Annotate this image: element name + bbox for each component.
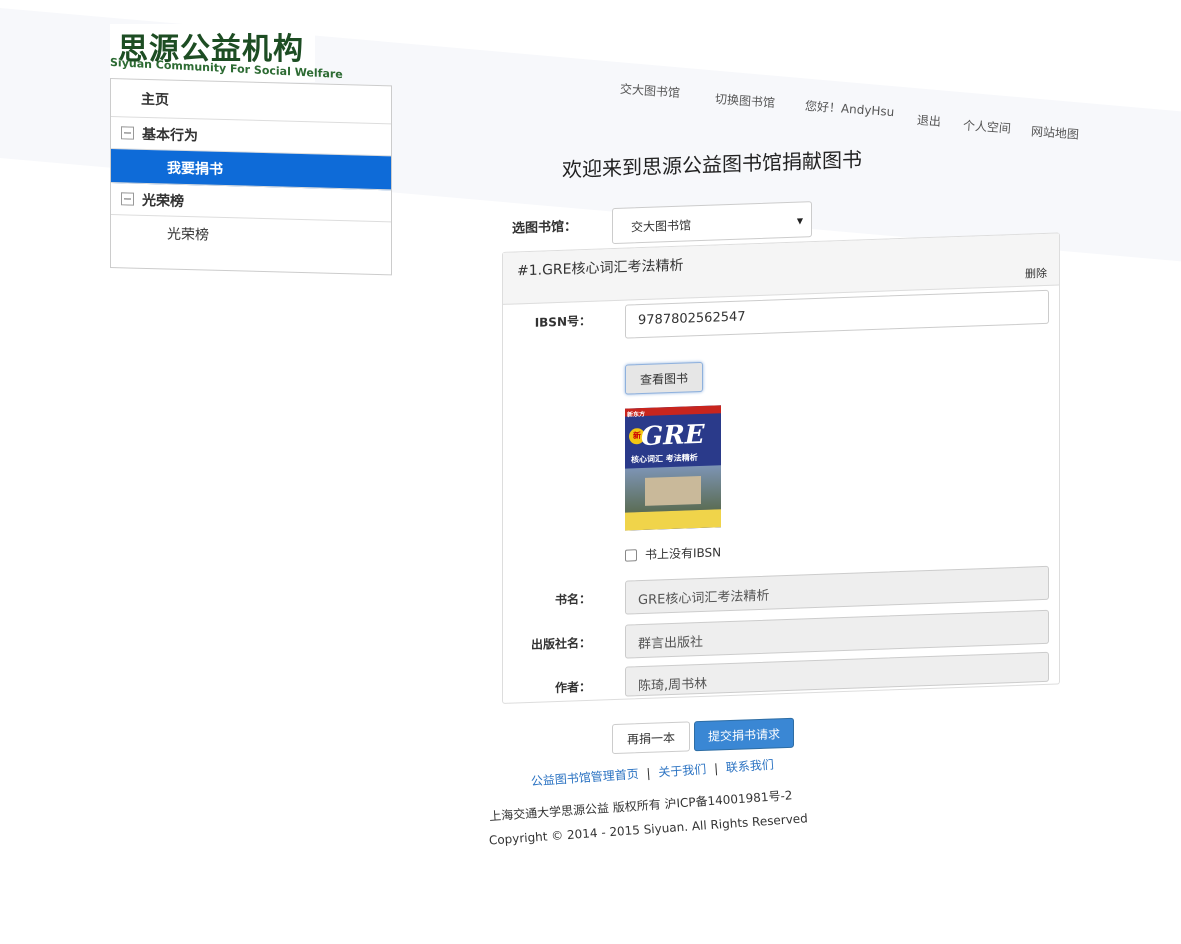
library-label: 选图书馆： bbox=[512, 219, 578, 237]
book-name-field: GRE核心词汇考法精析 bbox=[625, 565, 1049, 615]
donate-another-button[interactable]: 再捐一本 bbox=[612, 721, 690, 755]
publisher-field: 群言出版社 bbox=[625, 609, 1049, 659]
library-select[interactable]: 交大图书馆 ▼ bbox=[612, 201, 812, 245]
delete-link[interactable]: 删除 bbox=[1025, 265, 1047, 282]
book-panel-title: #1.GRE核心词汇考法精析 bbox=[517, 257, 684, 280]
footer-link-admin-home[interactable]: 公益图书馆管理首页 bbox=[530, 767, 639, 789]
footer-link-about[interactable]: 关于我们 bbox=[658, 762, 707, 779]
book-name-label: 书名： bbox=[554, 591, 591, 608]
collapse-icon[interactable] bbox=[121, 192, 134, 206]
author-field: 陈琦,周书林 bbox=[625, 651, 1049, 697]
sidebar-item-label: 我要捐书 bbox=[167, 159, 223, 178]
top-navigation: 交大图书馆 切换图书馆 您好！AndyHsu 退出 个人空间 网站地图 bbox=[600, 78, 1100, 142]
cover-brand: 新东方 bbox=[627, 410, 646, 419]
sidebar-group-label: 光荣榜 bbox=[142, 192, 184, 210]
no-isbn-label: 书上没有IBSN bbox=[645, 545, 722, 562]
cover-bottom-band bbox=[625, 509, 721, 531]
no-isbn-checkbox[interactable]: 书上没有IBSN bbox=[625, 543, 721, 563]
footer-separator: | bbox=[713, 761, 719, 776]
submit-donation-button[interactable]: 提交捐书请求 bbox=[694, 717, 794, 752]
collapse-icon[interactable] bbox=[121, 126, 134, 140]
site-logo[interactable]: 思源公益机构 Siyuan Community For Social Welfa… bbox=[110, 24, 343, 82]
cover-subtitle: 核心词汇 考法精析 bbox=[631, 453, 698, 465]
sidebar-item-label: 光荣榜 bbox=[167, 226, 209, 244]
sidebar-item-label: 主页 bbox=[141, 91, 169, 109]
nav-switch-library[interactable]: 切换图书馆 bbox=[714, 90, 776, 111]
nav-current-library[interactable]: 交大图书馆 bbox=[619, 80, 681, 101]
book-cover-image: 新东方 新 GRE 核心词汇 考法精析 bbox=[625, 405, 721, 531]
author-label: 作者： bbox=[554, 679, 591, 696]
main-content: 欢迎来到思源公益图书馆捐献图书 选图书馆： 交大图书馆 ▼ #1.GRE核心词汇… bbox=[500, 130, 1065, 770]
footer-link-contact[interactable]: 联系我们 bbox=[725, 758, 774, 775]
book-panel: #1.GRE核心词汇考法精析 删除 IBSN号： 9787802562547 查… bbox=[502, 232, 1060, 704]
checkbox-box[interactable] bbox=[625, 548, 637, 562]
page-title: 欢迎来到思源公益图书馆捐献图书 bbox=[562, 147, 862, 182]
cover-title: GRE bbox=[641, 419, 705, 453]
sidebar-group-label: 基本行为 bbox=[142, 126, 198, 144]
view-book-button[interactable]: 查看图书 bbox=[625, 361, 703, 395]
publisher-label: 出版社名： bbox=[530, 635, 591, 652]
sidebar-item-honor-list[interactable]: 光荣榜 bbox=[111, 215, 391, 256]
cover-photo bbox=[625, 465, 721, 513]
sidebar: 主页 基本行为 我要捐书 光荣榜 光荣榜 bbox=[110, 78, 392, 276]
nav-greeting-user[interactable]: 您好！AndyHsu bbox=[805, 97, 895, 120]
footer-separator: | bbox=[645, 766, 652, 781]
nav-logout[interactable]: 退出 bbox=[916, 111, 942, 130]
library-select-value: 交大图书馆 bbox=[631, 218, 692, 235]
chevron-down-icon: ▼ bbox=[796, 216, 803, 226]
isbn-label: IBSN号： bbox=[534, 313, 591, 330]
